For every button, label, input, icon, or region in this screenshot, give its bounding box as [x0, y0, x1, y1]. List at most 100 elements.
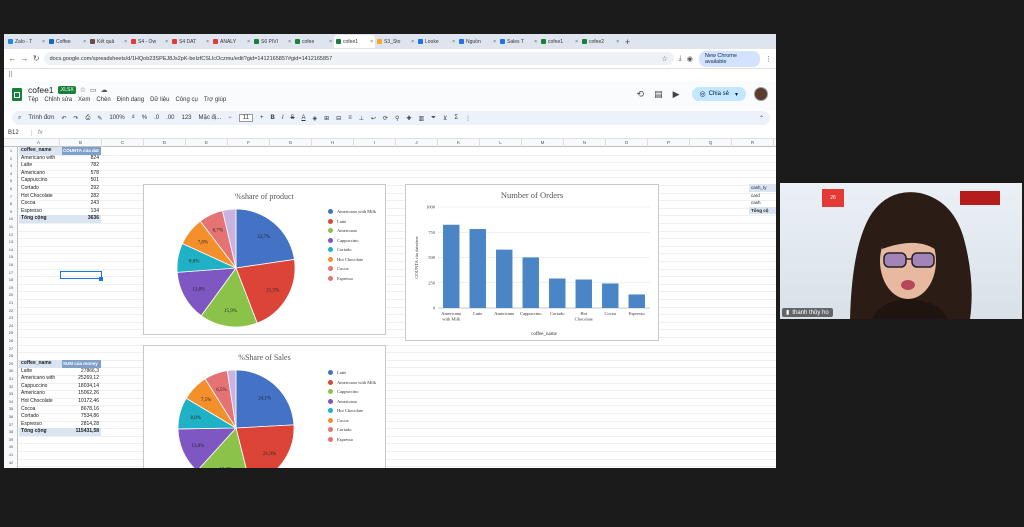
column-header[interactable]: F — [228, 139, 270, 147]
pivot-cell-value[interactable]: 282 — [62, 193, 101, 201]
name-box[interactable]: B12 — [4, 129, 32, 136]
row-header[interactable]: 9 — [4, 208, 18, 216]
row-header[interactable]: 37 — [4, 421, 18, 429]
bold-button[interactable]: B — [270, 115, 274, 121]
move-folder-icon[interactable]: ▭ — [90, 86, 97, 94]
pivot-cell-value[interactable]: 15062,26 — [62, 390, 101, 398]
browser-tab[interactable]: Zalo - T × — [6, 35, 47, 48]
row-header[interactable]: 26 — [4, 337, 18, 345]
font-select[interactable]: Mặc đị... — [199, 115, 222, 121]
row-header[interactable]: 31 — [4, 375, 18, 383]
legend-item[interactable]: Cocoa — [328, 264, 376, 274]
close-icon[interactable]: × — [493, 39, 496, 45]
menu-item[interactable]: Dữ liệu — [150, 97, 169, 103]
pivot-cell-value[interactable]: 292 — [62, 185, 101, 193]
star-icon[interactable]: ☆ — [80, 86, 86, 94]
profile-icon[interactable]: ◉ — [687, 55, 693, 63]
increase-decimal-button[interactable]: .00 — [166, 115, 174, 121]
row-header[interactable]: 42 — [4, 459, 18, 467]
cash-cell[interactable]: Tổng cộ — [749, 206, 776, 215]
pivot-total-value[interactable]: 115431,58 — [62, 428, 101, 436]
legend-item[interactable]: Americano with Milk — [328, 207, 376, 217]
column-header[interactable]: L — [480, 139, 522, 147]
row-header[interactable]: 36 — [4, 413, 18, 421]
pivot-cell-name[interactable]: Cocoa — [19, 406, 62, 414]
row-header[interactable]: 30 — [4, 367, 18, 375]
bar[interactable] — [522, 257, 539, 308]
row-header[interactable]: 23 — [4, 314, 18, 322]
browser-tab[interactable]: Looke × — [416, 35, 457, 48]
close-icon[interactable]: × — [616, 39, 619, 45]
legend-item[interactable]: Latte — [328, 368, 376, 378]
pivot-cell-value[interactable]: 25269,12 — [62, 375, 101, 383]
pivot-cell-name[interactable]: Cortado — [19, 185, 62, 193]
pivot-cell-value[interactable]: 243 — [62, 200, 101, 208]
pivot-cell-value[interactable]: 824 — [62, 155, 101, 163]
text-color-button[interactable]: A — [302, 115, 306, 121]
pivot-total-value[interactable]: 3636 — [62, 215, 101, 223]
column-header[interactable]: P — [648, 139, 690, 147]
zoom-select[interactable]: 100% — [109, 115, 124, 121]
column-header[interactable]: G — [270, 139, 312, 147]
legend-item[interactable]: Cappuccino — [328, 236, 376, 246]
menu-item[interactable]: Định dạng — [117, 97, 144, 103]
borders-icon[interactable]: ⊞ — [324, 115, 329, 122]
legend-item[interactable]: Americano — [328, 226, 376, 236]
legend-item[interactable]: Espresso — [328, 435, 376, 445]
redo-icon[interactable]: ↷ — [73, 115, 78, 122]
close-icon[interactable]: × — [124, 39, 127, 45]
row-header[interactable]: 1 — [4, 147, 18, 155]
row-header[interactable]: 20 — [4, 291, 18, 299]
cloud-status-icon[interactable]: ☁ — [101, 86, 108, 94]
row-header[interactable]: 27 — [4, 345, 18, 353]
pivot-table-sales[interactable]: coffee_name SUM của money Latte 27866,3 Amer… — [19, 360, 101, 436]
reload-icon[interactable]: ↻ — [32, 54, 41, 63]
close-icon[interactable]: × — [42, 39, 45, 45]
browser-tab[interactable]: Sales T × — [498, 35, 539, 48]
menu-item[interactable]: Tệp — [28, 97, 38, 103]
row-header[interactable]: 18 — [4, 276, 18, 284]
column-header[interactable]: C — [102, 139, 144, 147]
bar[interactable] — [443, 224, 460, 308]
legend-item[interactable]: Cortado — [328, 245, 376, 255]
bar[interactable] — [602, 283, 619, 308]
chart-share-of-sales[interactable]: %Share of Sales 24,1% 21,9% 15,6% 13,0% 8,8%… — [143, 345, 386, 468]
column-header[interactable]: R — [732, 139, 774, 147]
rotate-icon[interactable]: ⟳ — [383, 115, 388, 122]
fill-handle[interactable] — [99, 277, 103, 281]
row-header[interactable]: 19 — [4, 284, 18, 292]
pivot-cell-name[interactable]: Cappuccino — [19, 383, 62, 391]
pivot-cell-value[interactable]: 2814,28 — [62, 421, 101, 429]
column-header[interactable]: J — [396, 139, 438, 147]
filter-icon[interactable]: ⏷ — [431, 115, 436, 122]
menu-search[interactable]: Trình đơn — [28, 115, 54, 121]
pivot-total-label[interactable]: Tổng cộng — [19, 215, 62, 223]
pivot-cell-value[interactable]: 134 — [62, 208, 101, 216]
pivot-table-orders[interactable]: coffee_name COUNTA của dat Americano with 8… — [19, 147, 101, 223]
row-header[interactable]: 25 — [4, 329, 18, 337]
row-header[interactable]: 39 — [4, 436, 18, 444]
browser-tab[interactable]: S6 PIVI × — [252, 35, 293, 48]
forward-icon[interactable]: → — [20, 54, 29, 63]
menu-item[interactable]: Công cụ — [175, 97, 197, 103]
pivot-header-value[interactable]: COUNTA của dat — [62, 147, 101, 155]
legend-item[interactable]: Cortado — [328, 425, 376, 435]
row-header[interactable]: 14 — [4, 246, 18, 254]
pivot-header-name[interactable]: coffee_name — [19, 147, 62, 155]
row-header[interactable]: 28 — [4, 352, 18, 360]
insert-chart-icon[interactable]: ▥ — [418, 115, 424, 122]
column-header[interactable]: O — [606, 139, 648, 147]
close-icon[interactable]: × — [247, 39, 250, 45]
pivot-cell-value[interactable]: 501 — [62, 177, 101, 185]
pivot-cell-value[interactable]: 578 — [62, 170, 101, 178]
avatar[interactable] — [754, 87, 768, 101]
comment-icon[interactable]: ▤ — [654, 89, 663, 100]
font-size-increase-icon[interactable]: + — [260, 115, 264, 121]
selected-cell[interactable] — [60, 271, 102, 279]
row-header[interactable]: 41 — [4, 451, 18, 459]
menu-item[interactable]: Chèn — [96, 97, 110, 103]
number-format-button[interactable]: 123 — [182, 115, 192, 121]
share-button[interactable]: ◎ Chia sẻ ▾ — [691, 87, 746, 101]
column-header[interactable]: Q — [690, 139, 732, 147]
cash-cell[interactable]: cash_ty — [749, 184, 776, 192]
